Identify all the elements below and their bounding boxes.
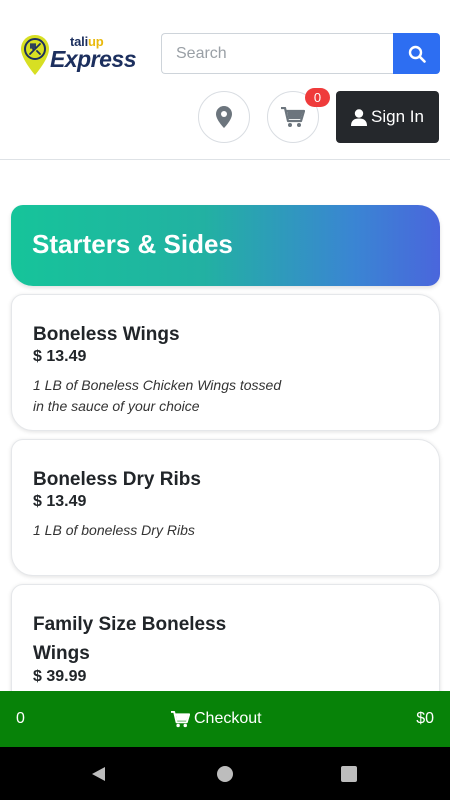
search-bar: [161, 33, 440, 74]
logo[interactable]: taliup Express: [20, 32, 137, 76]
menu-item[interactable]: Boneless Wings $ 13.49 1 LB of Boneless …: [11, 294, 440, 431]
item-price: $ 13.49: [33, 493, 87, 510]
map-marker-icon: [216, 106, 232, 128]
item-price: $ 13.49: [33, 348, 87, 365]
shopping-cart-icon: [281, 106, 305, 127]
item-price: $ 39.99: [33, 668, 87, 685]
sign-in-label: Sign In: [371, 107, 424, 126]
search-button[interactable]: [393, 33, 440, 74]
item-name: Boneless Wings: [33, 324, 180, 345]
search-input[interactable]: [161, 33, 393, 74]
checkout-bar: 0 Checkout $0: [0, 691, 450, 747]
location-button[interactable]: [198, 91, 250, 143]
category-title: Starters & Sides: [32, 229, 233, 259]
menu-item[interactable]: Boneless Dry Ribs $ 13.49 1 LB of bonele…: [11, 439, 440, 576]
cart-count-badge: 0: [305, 88, 330, 107]
item-name: Family Size Boneless Wings: [33, 614, 227, 664]
category-banner: Starters & Sides: [11, 205, 440, 286]
shopping-cart-icon: [171, 710, 190, 727]
header: taliup Express Search 0 Sign In: [0, 0, 450, 160]
recent-apps-icon[interactable]: [341, 766, 357, 782]
logo-pin-icon: [21, 35, 49, 75]
back-icon[interactable]: [90, 766, 106, 782]
checkout-total: $0: [416, 710, 434, 727]
sign-in-button[interactable]: Sign In: [336, 91, 439, 143]
checkout-label: Checkout: [194, 710, 262, 727]
logo-text-main: Express: [50, 46, 137, 72]
home-icon[interactable]: [217, 766, 233, 782]
checkout-button[interactable]: Checkout: [171, 710, 262, 728]
app-screen: taliup Express Search 0 Sign In Starters…: [0, 0, 450, 800]
user-icon: [351, 108, 368, 126]
item-description: 1 LB of boneless Dry Ribs: [33, 522, 195, 538]
checkout-item-count: 0: [16, 710, 25, 727]
item-description: 1 LB of Boneless Chicken Wings tossed in…: [33, 377, 282, 414]
search-icon: [408, 45, 426, 63]
android-nav-bar: [0, 747, 450, 800]
item-name: Boneless Dry Ribs: [33, 469, 201, 490]
